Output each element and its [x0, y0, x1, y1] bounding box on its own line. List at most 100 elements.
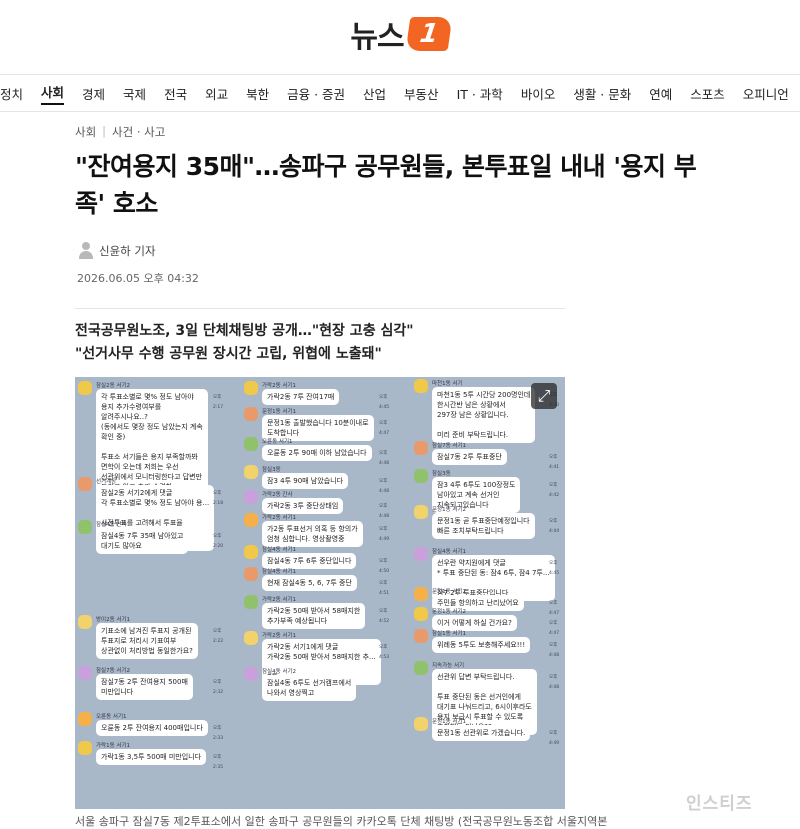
chat-bubble: 오륜동 2투 잔여용지 400매입니다: [96, 720, 208, 736]
nav-item[interactable]: 경제: [82, 84, 105, 103]
chat-bubble: 가락2동 50매 받아서 58매지한 추가부족 예상됩니다: [262, 603, 366, 629]
chat-bubble: 잠실7동 2투 투표중단: [432, 449, 507, 465]
chat-timestamp: 오후 4:45: [549, 561, 560, 576]
chat-avatar-icon: [244, 631, 258, 645]
chat-bubble: 기표소에 남겨진 투표지 공개된 투표지로 처리시 기표여부 상관없이 처리방법…: [96, 623, 198, 659]
article-photo[interactable]: 잠실2동 서기2 각 투표소별로 몇% 정도 남아야 용지 추가수령여부를 알려주…: [75, 377, 565, 809]
chat-avatar-icon: [78, 477, 92, 491]
divider: [75, 308, 565, 309]
chat-bubble: 마천1동 5투 시간당 200명인데 한시간반 남은 상황에서 297장 남은 …: [432, 387, 536, 443]
nav-item[interactable]: 생활 · 문화: [573, 84, 631, 103]
chat-timestamp: 오후 4:48: [549, 643, 560, 658]
chat-timestamp: 오후 4:49: [379, 527, 390, 542]
chat-timestamp: 오후 4:45: [379, 395, 390, 410]
expand-icon[interactable]: ⤢: [531, 383, 557, 409]
chat-bubble: 잠실7동 2투 잔여용지 500매 미만입니다: [96, 674, 193, 700]
nav-item[interactable]: 바이오: [521, 84, 556, 103]
reporter-avatar-icon: [79, 242, 93, 260]
article-subheadline: 전국공무원노조, 3일 단체채팅방 공개…"현장 고충 심각" "선거사무 수행…: [75, 320, 414, 366]
nav-item[interactable]: 국제: [123, 84, 146, 103]
nav-item[interactable]: 부동산: [404, 84, 439, 103]
chat-timestamp: 오후 4:50: [379, 559, 390, 574]
chat-timestamp: 오후 4:42: [549, 483, 560, 498]
chat-avatar-icon: [78, 741, 92, 755]
chat-bubble: 잠실4동 6투도 선거캠프에서 나와서 영상찍고: [262, 675, 357, 701]
chat-bubble: 현재 잠실4동 5, 6, 7투 중단: [262, 575, 357, 591]
article-headline: "잔여용지 35매"…송파구 공무원들, 본투표일 내내 '용지 부족' 호소: [75, 152, 697, 218]
chat-timestamp: 오후 2:32: [213, 680, 224, 695]
chat-timestamp: 오후 2:22: [213, 629, 224, 644]
subheadline-line: 전국공무원노조, 3일 단체채팅방 공개…"현장 고충 심각": [75, 323, 414, 339]
chat-timestamp: 오후 4:48: [379, 479, 390, 494]
photo-caption: 서울 송파구 잠실7동 제2투표소에서 일한 송파구 공무원들의 카카오톡 단체…: [75, 815, 608, 828]
chat-timestamp: 오후 2:33: [213, 726, 224, 741]
nav-item[interactable]: 정치: [0, 84, 23, 103]
reporter-name[interactable]: 신윤하 기자: [99, 243, 156, 259]
chat-timestamp: 오후 4:48: [379, 451, 390, 466]
chat-avatar-icon: [414, 547, 428, 561]
chat-avatar-icon: [244, 437, 258, 451]
chat-avatar-icon: [78, 615, 92, 629]
breadcrumb-separator: |: [102, 124, 107, 138]
chat-avatar-icon: [414, 441, 428, 455]
chat-bubble: 가2동 투표선거 의혹 등 항의가 엄청 심합니다. 영상촬영중: [262, 521, 363, 547]
nav-item[interactable]: 북한: [246, 84, 269, 103]
chat-avatar-icon: [244, 465, 258, 479]
main-nav: 정치 사회 경제 국제 전국 외교 북한 금융 · 증권 산업 부동산 IT · 과학 바이오 생활 ·…: [0, 74, 800, 112]
chat-bubble: 잠실4동 7투 35매 남아있고 대기도 많아요: [96, 528, 189, 554]
chat-timestamp: 오후 4:48: [549, 675, 560, 690]
chat-timestamp: 오후 4:48: [379, 504, 390, 519]
chat-bubble: 가락2동 7투 잔여17매: [262, 389, 340, 405]
logo-text: 뉴스: [350, 20, 404, 55]
chat-timestamp: 오후 4:47: [549, 601, 560, 616]
chat-timestamp: 오후 2:17: [213, 395, 224, 410]
chat-bubble: 가락2동 3투 중단상태임: [262, 498, 344, 514]
chat-timestamp: 오후 2:35: [213, 755, 224, 770]
breadcrumb-subsection[interactable]: 사건 · 사고: [112, 124, 165, 140]
chat-avatar-icon: [414, 469, 428, 483]
logo-badge: 1: [405, 17, 452, 51]
chat-column: 잠실2동 서기2 각 투표소별로 몇% 정도 남아야 용지 추가수령여부를 알려주…: [75, 377, 233, 809]
chat-avatar-icon: [414, 717, 428, 731]
nav-item[interactable]: 오피니언: [743, 84, 789, 103]
chat-avatar-icon: [78, 381, 92, 395]
nav-item[interactable]: 외교: [205, 84, 228, 103]
chat-avatar-icon: [78, 520, 92, 534]
nav-item[interactable]: 금융 · 증권: [287, 84, 345, 103]
chat-bubble: 위례동 5투도 보충해주세요!!!: [432, 637, 531, 653]
chat-bubble: 가락1동 3,5투 500매 미만입니다: [96, 749, 207, 765]
subheadline-line: "선거사무 수행 공무원 장시간 고립, 위협에 노출돼": [75, 346, 382, 362]
nav-item[interactable]: 연예: [649, 84, 672, 103]
chat-avatar-icon: [244, 490, 258, 504]
chat-timestamp: 오후 2:20: [213, 534, 224, 549]
nav-item[interactable]: 사회: [41, 82, 65, 105]
chat-avatar-icon: [244, 667, 258, 681]
site-logo[interactable]: 뉴스 1: [350, 12, 452, 56]
chat-avatar-icon: [78, 712, 92, 726]
watermark: 인스티즈: [686, 794, 753, 814]
chat-timestamp: 오후 4:44: [549, 519, 560, 534]
byline: 신윤하 기자: [79, 242, 156, 260]
publish-datetime: 2026.06.05 오후 04:32: [77, 272, 199, 285]
chat-timestamp: 오후 4:52: [379, 609, 390, 624]
chat-avatar-icon: [78, 666, 92, 680]
chat-avatar-icon: [414, 629, 428, 643]
chat-timestamp: 오후 4:41: [549, 455, 560, 470]
chat-avatar-icon: [244, 545, 258, 559]
nav-item[interactable]: 전국: [164, 84, 187, 103]
masthead: 뉴스 1: [0, 0, 800, 68]
chat-timestamp: 오후 2:18: [213, 491, 224, 506]
chat-avatar-icon: [414, 661, 428, 675]
nav-item[interactable]: IT · 과학: [457, 84, 503, 103]
chat-avatar-icon: [414, 587, 428, 601]
chat-avatar-icon: [244, 595, 258, 609]
nav-item[interactable]: 산업: [363, 84, 386, 103]
chat-timestamp: 오후 4:51: [379, 581, 390, 596]
chat-avatar-icon: [244, 381, 258, 395]
chat-avatar-icon: [244, 567, 258, 581]
breadcrumb-section[interactable]: 사회: [75, 124, 96, 140]
chat-bubble: 문정1동 선관위로 가겠습니다.: [432, 725, 531, 741]
nav-item[interactable]: 스포츠: [690, 84, 725, 103]
chat-avatar-icon: [414, 607, 428, 621]
chat-timestamp: 오후 4:47: [379, 421, 390, 436]
